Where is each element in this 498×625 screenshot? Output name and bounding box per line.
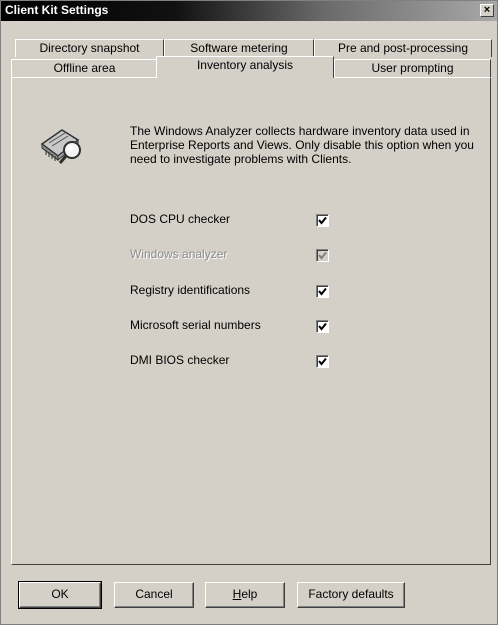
tab-label: Inventory analysis xyxy=(196,58,294,72)
check-icon xyxy=(318,357,327,366)
dmi-bios-checker-label: DMI BIOS checker xyxy=(130,353,230,367)
inventory-analysis-panel: The Windows Analyzer collects hardware i… xyxy=(11,77,491,565)
title-bar[interactable]: Client Kit Settings × xyxy=(1,1,497,21)
tab-inventory-analysis[interactable]: Inventory analysis xyxy=(156,56,334,78)
tab-offline-area[interactable]: Offline area xyxy=(11,59,158,77)
help-label-rest: elp xyxy=(241,587,258,601)
factory-defaults-button[interactable]: Factory defaults xyxy=(297,582,405,608)
analyzer-description: The Windows Analyzer collects hardware i… xyxy=(130,124,474,166)
dos-cpu-checker-label: DOS CPU checker xyxy=(130,212,231,226)
windows-analyzer-label: Windows analyzer xyxy=(130,247,228,261)
registry-identifications-label: Registry identifications xyxy=(130,283,251,297)
client-kit-settings-window: Client Kit Settings × Directory snapshot… xyxy=(0,0,498,625)
registry-identifications-checkbox[interactable] xyxy=(316,285,329,298)
window-title: Client Kit Settings xyxy=(5,3,109,17)
tab-pre-and-post-processing[interactable]: Pre and post-processing xyxy=(314,39,492,57)
tab-label: Offline area xyxy=(53,61,116,75)
close-icon: × xyxy=(483,4,491,16)
check-icon xyxy=(318,216,327,225)
tab-label: Pre and post-processing xyxy=(337,41,469,55)
dos-cpu-checker-checkbox[interactable] xyxy=(316,214,329,227)
close-button[interactable]: × xyxy=(480,4,494,17)
tab-directory-snapshot[interactable]: Directory snapshot xyxy=(15,39,164,57)
microsoft-serial-numbers-label: Microsoft serial numbers xyxy=(130,318,261,332)
check-icon xyxy=(318,251,327,260)
tab-label: User prompting xyxy=(371,61,454,75)
tab-software-metering[interactable]: Software metering xyxy=(164,39,314,57)
ok-button[interactable]: OK xyxy=(18,581,102,609)
tab-label: Directory snapshot xyxy=(39,41,140,55)
microsoft-serial-numbers-checkbox[interactable] xyxy=(316,320,329,333)
check-icon xyxy=(318,322,327,331)
dmi-bios-checker-checkbox[interactable] xyxy=(316,355,329,368)
tab-label: Software metering xyxy=(190,41,288,55)
check-icon xyxy=(318,287,327,296)
windows-analyzer-checkbox xyxy=(316,249,329,262)
tab-user-prompting[interactable]: User prompting xyxy=(334,59,491,77)
help-button[interactable]: Help xyxy=(205,582,285,608)
hardware-analyzer-icon xyxy=(40,129,81,164)
cancel-button[interactable]: Cancel xyxy=(114,582,194,608)
